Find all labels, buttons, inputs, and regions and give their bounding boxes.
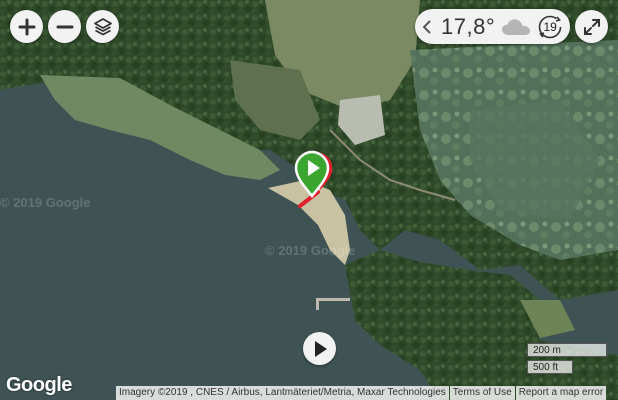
attribution-bar: Imagery ©2019 , CNES / Airbus, Lantmäter… bbox=[115, 386, 618, 400]
layers-icon bbox=[93, 17, 112, 35]
layers-button[interactable] bbox=[86, 10, 119, 43]
expand-icon bbox=[583, 18, 600, 35]
imagery-watermark: © 2019 Google bbox=[265, 243, 356, 258]
chevron-left-icon[interactable] bbox=[419, 19, 435, 34]
zoom-out-button[interactable] bbox=[48, 10, 81, 43]
fullscreen-button[interactable] bbox=[575, 10, 608, 43]
location-marker[interactable] bbox=[288, 148, 338, 218]
plus-icon bbox=[18, 18, 35, 35]
play-icon bbox=[314, 340, 327, 357]
imagery-credit: Imagery ©2019 , CNES / Airbus, Lantmäter… bbox=[116, 386, 449, 400]
play-button[interactable] bbox=[303, 332, 336, 365]
scale-metric: 200 m bbox=[527, 343, 607, 357]
zoom-in-button[interactable] bbox=[10, 10, 43, 43]
cloud-icon bbox=[501, 18, 531, 36]
forecast-hour-button[interactable]: 19 bbox=[537, 14, 563, 40]
map-scale[interactable]: 200 m 500 ft bbox=[527, 343, 607, 374]
minus-icon bbox=[56, 25, 73, 28]
weather-widget[interactable]: 17,8° 19 bbox=[415, 9, 570, 44]
imagery-watermark: © 2019 Google bbox=[0, 195, 91, 210]
forecast-hour-label: 19 bbox=[543, 19, 557, 34]
report-error-link[interactable]: Report a map error bbox=[515, 386, 607, 400]
terms-link[interactable]: Terms of Use bbox=[449, 386, 515, 400]
map-view[interactable]: © 2019 Google © 2019 Google 17,8° 19 200… bbox=[0, 0, 618, 400]
google-logo[interactable]: Google bbox=[6, 374, 72, 397]
scale-imperial: 500 ft bbox=[527, 360, 573, 374]
temperature-value: 17,8° bbox=[441, 13, 496, 39]
